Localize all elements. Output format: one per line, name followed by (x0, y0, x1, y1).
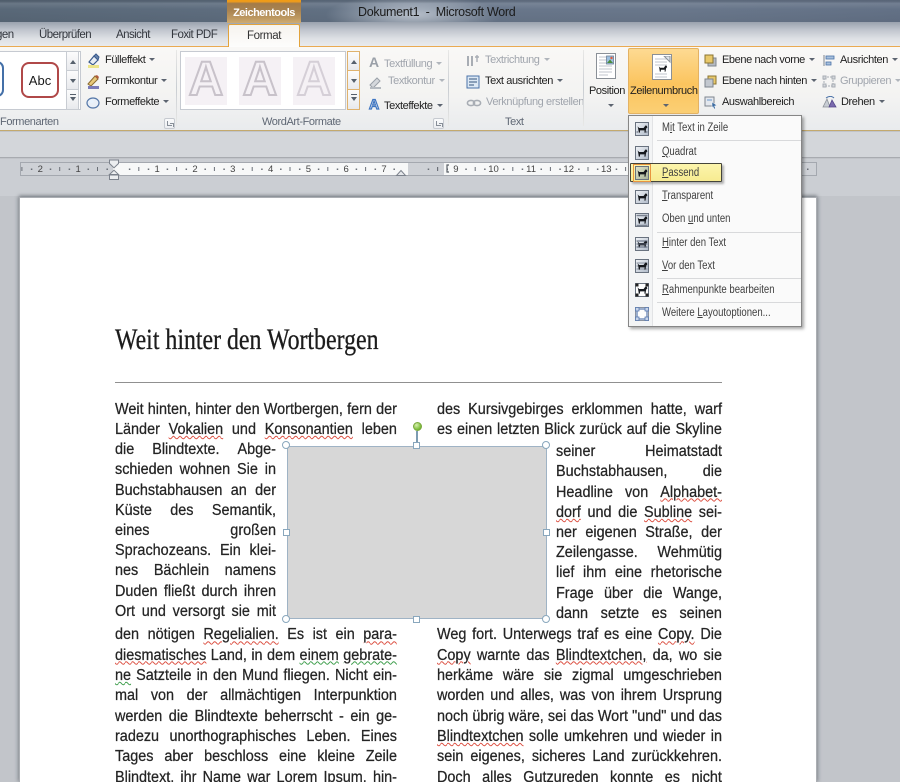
svg-text:13: 13 (601, 164, 612, 175)
svg-text:4: 4 (268, 164, 273, 175)
svg-text:6: 6 (344, 164, 349, 175)
svg-text:1: 1 (75, 164, 80, 175)
svg-text:10: 10 (488, 164, 499, 175)
svg-text:1: 1 (155, 164, 160, 175)
svg-text:7: 7 (381, 164, 386, 175)
svg-text:2: 2 (38, 164, 43, 175)
svg-text:11: 11 (526, 164, 536, 175)
svg-text:2: 2 (192, 164, 197, 175)
svg-text:9: 9 (453, 164, 458, 175)
svg-text:3: 3 (230, 164, 235, 175)
svg-text:5: 5 (306, 164, 311, 175)
svg-text:12: 12 (563, 164, 574, 175)
